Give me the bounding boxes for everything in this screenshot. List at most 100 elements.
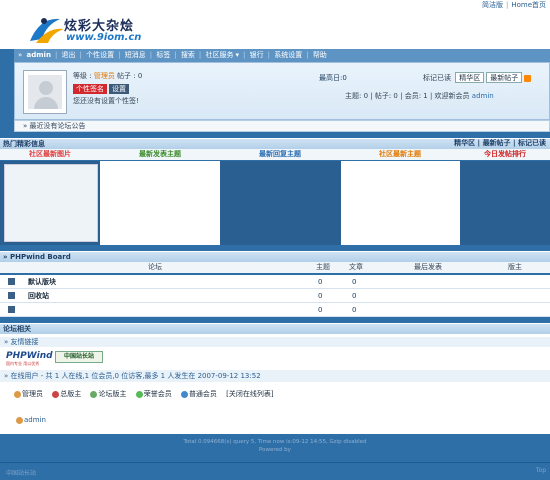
col-posts: 文章	[349, 263, 363, 271]
stats-text: 主题: 0 | 帖子: 0 | 会员: 1 | 欢迎新会员	[345, 92, 470, 100]
forum-name[interactable]: 回收站	[28, 289, 49, 303]
page-footer: Total 0.094668(s) query 5, Time now is:0…	[0, 438, 550, 454]
no-signature-text: 您还没有设置个性签!	[73, 97, 139, 105]
nav-item-tags[interactable]: 标签	[156, 51, 170, 59]
panel-community	[341, 161, 460, 245]
separator: |	[505, 1, 509, 9]
nav-item-bank[interactable]: 银行	[250, 51, 264, 59]
panel-ranking	[462, 161, 550, 245]
user-panel: 等级 : 管理员 帖子 : 0 个性签名 设置 您还没有设置个性签! 最高日:0 …	[14, 62, 550, 120]
logo-url: www.9iom.cn	[66, 32, 142, 43]
new-member-link[interactable]: admin	[472, 92, 494, 100]
hot-info-title: 热门精彩信息	[3, 140, 45, 148]
panel-replies	[222, 161, 340, 245]
col-today-ranking[interactable]: 今日发帖排行	[460, 149, 550, 160]
elite-button[interactable]: 精华区	[455, 72, 485, 83]
col-moderator: 版主	[508, 263, 522, 271]
avatar[interactable]	[23, 70, 67, 114]
board-columns: 论坛 主题 文章 最后发表 版主	[0, 262, 550, 273]
today-max: 最高日:0	[319, 74, 347, 82]
online-users-header: » 在线用户 - 共 1 人在线,1 位会员,0 位访客,最多 1 人发生在 2…	[0, 370, 550, 382]
nav-item-admin[interactable]: admin	[27, 51, 51, 59]
tab-mark-read[interactable]: 标记已读	[518, 139, 546, 147]
dropdown-icon[interactable]: ▾	[236, 51, 240, 59]
mark-read-link[interactable]: 标记已读	[423, 74, 451, 82]
nav-item-settings[interactable]: 系统设置	[274, 51, 302, 59]
new-posts-button[interactable]: 最新帖子	[486, 72, 523, 83]
site-logo[interactable]: 炫彩大杂烩 www.9iom.cn	[26, 13, 156, 45]
nav-item-services[interactable]: 社区服务	[206, 51, 234, 59]
forum-posts: 0	[352, 306, 357, 314]
table-row[interactable]: 回收站 0 0	[0, 289, 550, 303]
related-body	[0, 334, 550, 434]
forum-topics: 0	[318, 306, 323, 314]
online-arrow-icon: »	[4, 372, 9, 380]
tab-elite[interactable]: 精华区	[454, 139, 475, 147]
forum-posts: 0	[352, 278, 357, 286]
nav-item-search[interactable]: 搜索	[181, 51, 195, 59]
col-latest-topics[interactable]: 最新发表主题	[100, 149, 220, 160]
posts-label: 帖子 :	[117, 72, 136, 80]
forum-topics: 0	[318, 278, 323, 286]
simple-version-link[interactable]: 简洁版	[482, 1, 503, 9]
home-link[interactable]: Home首页	[511, 1, 546, 9]
nav-item-help[interactable]: 帮助	[313, 51, 327, 59]
legend-admin: 管理员	[14, 390, 43, 398]
footer-stats: Total 0.094668(s) query 5, Time now is:0…	[183, 439, 367, 445]
table-row[interactable]: 0 0	[0, 303, 550, 317]
nav-item-profile[interactable]: 个性设置	[86, 51, 114, 59]
legend-forum-mod: 论坛版主	[90, 390, 126, 398]
friend-links-header: » 友情链接	[0, 337, 550, 347]
honor-member-icon	[135, 390, 143, 398]
rss-icon[interactable]	[524, 74, 532, 82]
top-links-bar: 简洁版 | Home首页	[0, 0, 550, 11]
related-header: 论坛相关	[0, 323, 550, 334]
legend-member: 普通会员	[180, 390, 217, 398]
forum-topics: 0	[318, 292, 323, 300]
board-arrow-icon: »	[3, 253, 8, 261]
col-latest-replies[interactable]: 最新回复主题	[220, 149, 340, 160]
phpwind-logo[interactable]: PHPWind 国内专业 用以优秀	[6, 351, 53, 367]
forum-posts: 0	[352, 292, 357, 300]
nav-arrow-icon: »	[18, 51, 23, 59]
phpwind-logo-text: PHPWind	[6, 351, 53, 361]
chinaz-badge[interactable]: 中国站长站	[55, 351, 103, 363]
close-online-list-link[interactable]: [关闭在线列表]	[226, 390, 273, 398]
hot-panels	[0, 161, 550, 245]
level-value: 管理员	[93, 72, 115, 80]
links-arrow-icon: »	[4, 338, 9, 346]
col-forum: 论坛	[148, 263, 162, 271]
tab-new-posts[interactable]: 最新帖子	[483, 139, 511, 147]
announcement-arrow-icon: »	[23, 122, 28, 130]
phpwind-logo-sub: 国内专业 用以优秀	[6, 361, 40, 366]
col-topics: 主题	[316, 263, 330, 271]
announcement-text: 最近没有论坛公告	[29, 122, 86, 130]
board-section: » PHPwind Board	[0, 251, 550, 262]
hot-info-section: 热门精彩信息 精华区 | 最新帖子 | 标记已读	[0, 138, 550, 149]
admin-group-icon	[14, 390, 21, 398]
forum-status-icon	[8, 292, 15, 299]
online-user-entry[interactable]: admin	[16, 416, 46, 424]
super-mod-icon	[52, 390, 60, 398]
legend-super-mod: 总版主	[52, 390, 81, 398]
nav-item-messages[interactable]: 短消息	[125, 51, 146, 59]
forum-name[interactable]: 默认版块	[28, 275, 56, 289]
board-title[interactable]: PHPwind Board	[10, 253, 71, 261]
bottom-left-text[interactable]: 中国站长站	[6, 468, 36, 477]
table-row[interactable]: 默认版块 0 0	[0, 275, 550, 289]
online-users-text: 在线用户 - 共 1 人在线,1 位会员,0 位访客,最多 1 人发生在 200…	[10, 372, 261, 380]
signature-tag[interactable]: 个性签名	[73, 84, 107, 94]
settings-tag[interactable]: 设置	[109, 84, 129, 94]
col-latest-images[interactable]: 社区最新图片	[0, 149, 100, 160]
panel-images	[4, 164, 98, 242]
hot-columns: 社区最新图片 最新发表主题 最新回复主题 社区最新主题 今日发帖排行	[0, 149, 550, 160]
hot-info-header: 热门精彩信息 精华区 | 最新帖子 | 标记已读	[0, 138, 550, 149]
col-community-topics[interactable]: 社区最新主题	[340, 149, 460, 160]
member-icon	[180, 390, 188, 398]
online-user-name[interactable]: admin	[24, 416, 46, 424]
board-header: » PHPwind Board	[0, 251, 550, 262]
main-nav: » admin | 退出 | 个性设置 | 短消息 | 标签 | 搜索 | 社区服务 ▾ | 银…	[14, 49, 550, 62]
back-to-top-link[interactable]: Top	[536, 467, 546, 474]
nav-item-logout[interactable]: 退出	[62, 51, 76, 59]
site-header: 炫彩大杂烩 www.9iom.cn	[0, 11, 550, 49]
